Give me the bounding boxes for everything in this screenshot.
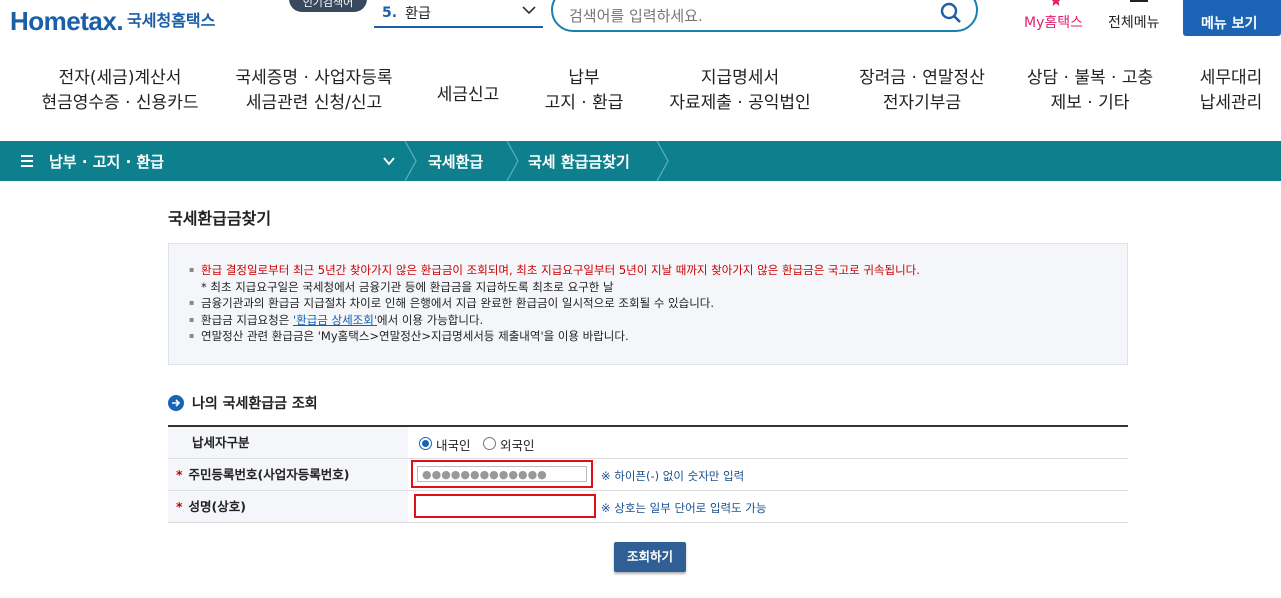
logo-text-en: Hometax.	[10, 6, 124, 36]
notice-line: 금융기관과의 환급금 지급절차 차이로 인해 은행에서 지급 완료한 환급금이 …	[189, 295, 1127, 312]
menu-icon	[1130, 0, 1148, 2]
form-row-name: * 성명(상호) ※ 상호는 일부 단어로 입력도 가능	[168, 491, 1128, 523]
gnb-item-line1: 세무대리	[1199, 68, 1263, 88]
gnb-item-line2: 납세관리	[1199, 93, 1263, 113]
name-label: 성명(상호)	[188, 499, 246, 514]
gnb-item-line2: 세금관련 신청/신고	[245, 93, 383, 113]
breadcrumb-level1[interactable]: 납부 · 고지 · 환급	[49, 151, 164, 172]
notice-box: 환급 결정일로부터 최근 5년간 찾아가지 않은 환급금이 조회되며, 최초 지…	[168, 243, 1128, 365]
id-number-label-cell: * 주민등록번호(사업자등록번호)	[168, 459, 408, 490]
all-menu-link[interactable]: 전체메뉴	[1104, 0, 1174, 36]
id-number-input[interactable]	[417, 466, 587, 482]
gnb-item-e-invoice[interactable]: 전자(세금)계산서 현금영수증 · 신용카드	[30, 66, 210, 116]
menu-select-number: 5.	[382, 5, 398, 21]
hamburger-icon[interactable]	[21, 155, 33, 167]
radio-domestic-label[interactable]: 내국인	[436, 435, 471, 454]
gnb-item-line1: 상담 · 불복 · 고충	[1026, 68, 1154, 88]
gnb-item-line2: 고지 · 환급	[544, 93, 624, 113]
gnb-item-payment-statement[interactable]: 지급명세서 자료제출 · 공익법인	[660, 66, 820, 116]
name-highlight	[414, 494, 596, 518]
star-icon	[1051, 0, 1061, 6]
gnb-item-tax-agent[interactable]: 세무대리 납세관리	[1190, 66, 1272, 116]
form-row-taxpayer-type: 납세자구분 내국인 외국인	[168, 427, 1128, 459]
chevron-down-icon	[522, 6, 536, 15]
gnb-item-line1: 국세증명 · 사업자등록	[235, 68, 393, 88]
page-title: 국세환급금찾기	[168, 209, 272, 228]
gnb-item-line2: 자료제출 · 공익법인	[669, 93, 811, 113]
notice-text: 환급금 지급요청은	[201, 312, 293, 327]
radio-foreign-label[interactable]: 외국인	[500, 435, 535, 454]
taxpayer-type-label: 납세자구분	[168, 427, 408, 458]
refund-search-form: 납세자구분 내국인 외국인 * 주민등록번호(사업자등록번호) ※ 하이픈(-) …	[168, 425, 1128, 523]
menu-view-label: 메뉴 보기	[1201, 16, 1258, 32]
search-submit-button[interactable]: 조회하기	[614, 542, 686, 572]
radio-domestic[interactable]	[419, 437, 432, 450]
gnb-item-line2: 제보 · 기타	[1050, 93, 1130, 113]
arrow-circle-icon	[168, 395, 184, 411]
refund-detail-link[interactable]: '환급금 상세조회'	[293, 313, 377, 327]
notice-text: 에서 이용 가능합니다.	[377, 312, 484, 327]
chevron-down-icon[interactable]	[382, 154, 396, 168]
required-mark: *	[176, 467, 183, 482]
notice-line: 환급금 지급요청은 '환급금 상세조회'에서 이용 가능합니다.	[189, 312, 1127, 329]
gnb-item-tax-return[interactable]: 세금신고	[428, 66, 508, 124]
form-row-id-number: * 주민등록번호(사업자등록번호) ※ 하이픈(-) 없이 숫자만 입력	[168, 459, 1128, 491]
search-input[interactable]	[569, 7, 909, 25]
gnb-item-line2: 현금영수증 · 신용카드	[41, 93, 199, 113]
notice-line: 환급 결정일로부터 최근 5년간 찾아가지 않은 환급금이 조회되며, 최초 지…	[189, 262, 1127, 279]
main-navigation: 전자(세금)계산서 현금영수증 · 신용카드 국세증명 · 사업자등록 세금관련…	[0, 66, 1281, 128]
search-icon[interactable]	[940, 2, 962, 24]
search-box	[551, 0, 978, 32]
gnb-item-line1: 세금신고	[436, 85, 500, 105]
gnb-item-line1: 지급명세서	[700, 68, 780, 88]
gnb-item-line1: 전자(세금)계산서	[58, 68, 182, 88]
breadcrumb-level2[interactable]: 국세환급	[428, 151, 483, 172]
gnb-item-payment-refund[interactable]: 납부 고지 · 환급	[536, 66, 632, 116]
menu-view-button[interactable]: 메뉴 보기	[1183, 0, 1281, 36]
menu-select-dropdown[interactable]: 5. 환급	[374, 0, 543, 28]
notice-line: 연말정산 관련 환급금은 'My홈택스>연말정산>지급명세서등 제출내역'을 이…	[189, 328, 1127, 345]
popular-keyword-pill[interactable]: 인기검색어	[289, 0, 367, 12]
name-label-cell: * 성명(상호)	[168, 491, 408, 522]
required-mark: *	[176, 499, 183, 514]
my-hometax-link[interactable]: My홈택스	[1016, 0, 1098, 36]
breadcrumb-separator	[404, 141, 417, 181]
section-title-text: 나의 국세환급금 조회	[192, 396, 318, 412]
gnb-item-line1: 납부	[568, 68, 600, 88]
location-bar: 납부 · 고지 · 환급 국세환급 국세 환급금찾기	[0, 141, 1281, 181]
all-menu-label: 전체메뉴	[1108, 15, 1160, 31]
breadcrumb-separator	[506, 141, 519, 181]
menu-select-label: 환급	[405, 6, 431, 22]
logo-text-ko: 국세청홈택스	[127, 11, 216, 30]
breadcrumb-separator	[656, 141, 669, 181]
gnb-item-consulting[interactable]: 상담 · 불복 · 고충 제보 · 기타	[1020, 66, 1160, 116]
id-number-hint: ※ 하이픈(-) 없이 숫자만 입력	[601, 469, 745, 483]
name-hint: ※ 상호는 일부 단어로 입력도 가능	[601, 501, 767, 515]
gnb-item-line2: 전자기부금	[882, 93, 962, 113]
id-number-highlight	[411, 460, 593, 488]
radio-foreign[interactable]	[483, 437, 496, 450]
my-hometax-label: My홈택스	[1024, 15, 1084, 31]
gnb-item-line1: 장려금 · 연말정산	[859, 68, 985, 88]
notice-subline: * 최초 지급요구일은 국세청에서 금융기관 등에 환급금을 지급하도록 최초로…	[201, 279, 614, 294]
name-input[interactable]	[420, 498, 590, 514]
section-title: 나의 국세환급금 조회	[168, 393, 318, 413]
hometax-logo[interactable]: Hometax. 국세청홈택스	[10, 0, 215, 36]
gnb-item-certificates[interactable]: 국세증명 · 사업자등록 세금관련 신청/신고	[228, 66, 400, 116]
breadcrumb-level3[interactable]: 국세 환급금찾기	[528, 151, 630, 172]
top-header: Hometax. 국세청홈택스 인기검색어 5. 환급 My홈택스 전체메뉴 메…	[0, 0, 1281, 40]
id-number-label: 주민등록번호(사업자등록번호)	[188, 467, 350, 482]
gnb-item-incentives[interactable]: 장려금 · 연말정산 전자기부금	[848, 66, 996, 116]
